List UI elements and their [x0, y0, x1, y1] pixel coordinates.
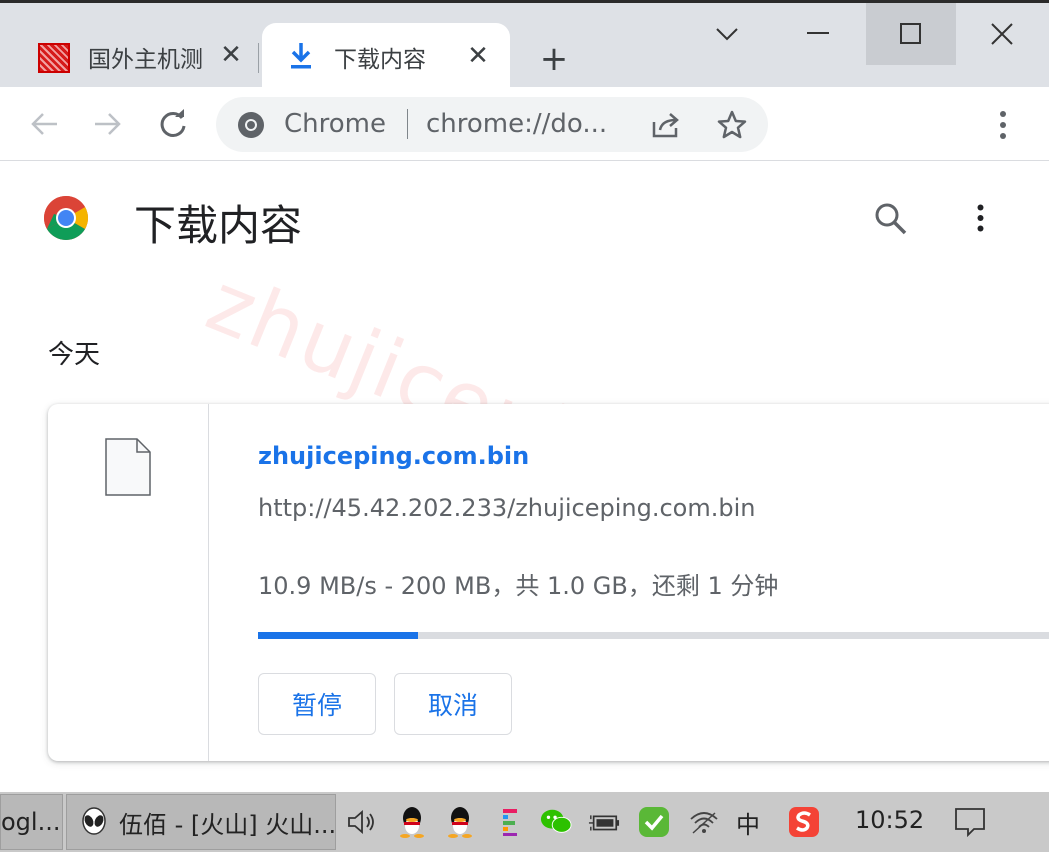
minimize-icon: [807, 32, 829, 34]
chrome-logo-icon: [44, 196, 88, 240]
wechat-icon[interactable]: [540, 806, 572, 838]
tab-active[interactable]: 下载内容 ✕: [262, 23, 510, 90]
tab-strip: 国外主机测 ✕ 下载内容 ✕ +: [0, 0, 1049, 90]
download-status: 10.9 MB/s - 200 MB，共 1.0 GB，还剩 1 分钟: [258, 572, 779, 600]
tab-separator: [258, 43, 259, 73]
back-button[interactable]: [24, 104, 64, 144]
cancel-button[interactable]: 取消: [394, 673, 512, 735]
search-icon[interactable]: [872, 200, 910, 238]
reload-button[interactable]: [153, 104, 193, 144]
battery-icon[interactable]: [588, 806, 620, 838]
file-name-link[interactable]: zhujiceping.com.bin: [258, 442, 529, 470]
taskbar-item[interactable]: ogl...: [0, 794, 63, 850]
tab-search-button[interactable]: [682, 3, 772, 65]
minimize-button[interactable]: [773, 3, 863, 65]
omnibox-separator: [407, 109, 408, 139]
download-progress-bar: [258, 632, 1049, 639]
arrow-left-icon: [31, 113, 57, 135]
download-icon: [291, 43, 311, 69]
security-check-icon[interactable]: [638, 806, 670, 838]
chevron-down-icon: [716, 28, 738, 41]
more-vert-icon: [977, 204, 983, 232]
site-chip-label: Chrome: [284, 109, 386, 139]
page-title: 下载内容: [134, 201, 303, 250]
new-tab-button[interactable]: +: [536, 39, 572, 79]
close-icon: [991, 23, 1013, 45]
arrow-right-icon: [95, 113, 121, 135]
qq-icon[interactable]: [444, 806, 476, 838]
file-icon: [105, 438, 151, 496]
sogou-input-icon[interactable]: [788, 806, 820, 838]
taskbar: ogl... 伍佰 - [火山] 火山... 中 10:52: [0, 792, 1049, 852]
tab-title: 国外主机测: [88, 46, 203, 73]
qq-icon[interactable]: [396, 806, 428, 838]
browser-toolbar: Chrome chrome://do...: [0, 87, 1049, 161]
tab-inactive[interactable]: 国外主机测 ✕: [20, 23, 260, 90]
tab-close-icon[interactable]: ✕: [216, 40, 246, 70]
taskbar-item-label: ogl...: [1, 808, 61, 836]
page-menu-button[interactable]: [962, 196, 998, 240]
share-icon[interactable]: [650, 110, 682, 140]
reload-icon: [160, 109, 186, 137]
tab-close-icon[interactable]: ✕: [463, 41, 493, 71]
pause-button[interactable]: 暂停: [258, 673, 376, 735]
download-card: zhujiceping.com.bin http://45.42.202.233…: [48, 404, 1049, 761]
site-favicon-icon: [38, 43, 70, 73]
maximize-button[interactable]: [866, 3, 956, 65]
star-icon[interactable]: [716, 109, 748, 141]
chrome-site-icon: [238, 112, 264, 138]
taskbar-item[interactable]: 伍佰 - [火山] 火山...: [66, 794, 336, 850]
alien-app-icon: [82, 807, 106, 835]
notification-icon[interactable]: [952, 804, 988, 840]
url-text[interactable]: chrome://do...: [426, 109, 607, 139]
tab-title: 下载内容: [334, 46, 426, 73]
progress-fill: [258, 632, 418, 639]
maximize-icon: [900, 23, 921, 44]
browser-menu-button[interactable]: [988, 105, 1018, 145]
volume-icon[interactable]: [346, 806, 378, 838]
wifi-icon[interactable]: [688, 806, 720, 838]
ime-indicator[interactable]: 中: [732, 806, 764, 839]
taskbar-item-label: 伍佰 - [火山] 火山...: [119, 810, 336, 839]
close-window-button[interactable]: [957, 3, 1047, 65]
taskbar-clock[interactable]: 10:52: [855, 806, 924, 834]
everything-icon[interactable]: [494, 806, 526, 838]
more-vert-icon: [1000, 111, 1006, 139]
date-group-label: 今天: [48, 340, 101, 370]
card-divider: [208, 404, 209, 761]
forward-button[interactable]: [88, 104, 128, 144]
file-source-url[interactable]: http://45.42.202.233/zhujiceping.com.bin: [258, 494, 755, 522]
address-bar[interactable]: Chrome chrome://do...: [216, 97, 768, 152]
downloads-header: 下载内容: [0, 162, 1049, 282]
